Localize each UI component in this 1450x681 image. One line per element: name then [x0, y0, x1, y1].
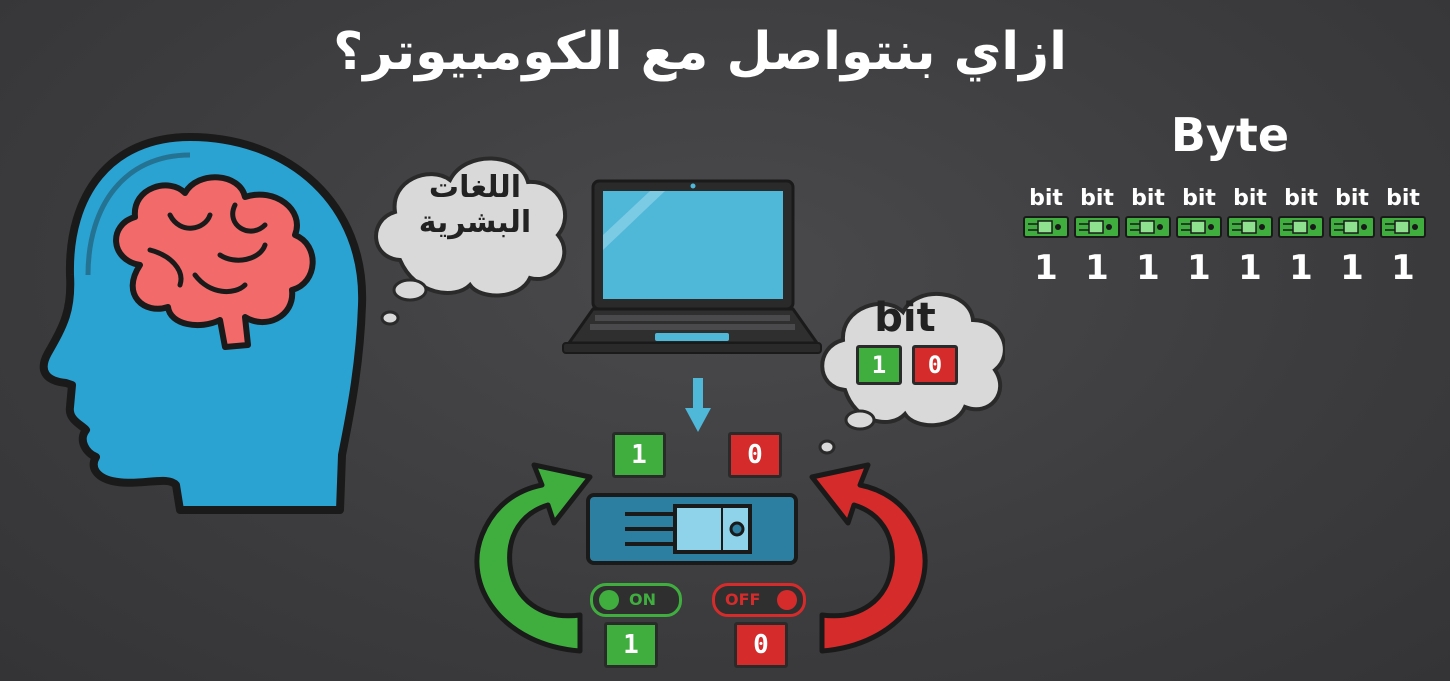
switch-bottom-one: 1: [604, 622, 658, 668]
head-icon: [39, 133, 367, 514]
chip-icon: [1125, 216, 1171, 238]
languages-line-2: البشرية: [418, 205, 532, 240]
byte-bit-8: bit 1: [1377, 186, 1429, 286]
chip-icon: [1227, 216, 1273, 238]
bit-cloud-one: 1: [856, 345, 902, 385]
on-toggle[interactable]: ON: [590, 583, 682, 617]
off-toggle-knob: [777, 590, 797, 610]
red-arrow-icon: [809, 462, 928, 654]
languages-line-1: اللغات: [428, 170, 522, 205]
on-toggle-knob: [599, 590, 619, 610]
bit-label: bit: [1335, 186, 1369, 211]
off-label: OFF: [725, 590, 761, 609]
off-toggle[interactable]: OFF: [712, 583, 806, 617]
bit-value: 1: [1034, 248, 1058, 288]
bit-label: bit: [1284, 186, 1318, 211]
byte-bit-1: bit 1: [1020, 186, 1072, 286]
bit-value: 1: [1136, 248, 1160, 288]
byte-bit-2: bit 1: [1071, 186, 1123, 286]
byte-bit-3: bit 1: [1122, 186, 1174, 286]
bit-value: 1: [1391, 248, 1415, 288]
byte-title: Byte: [1170, 108, 1290, 162]
bit-value: 1: [1085, 248, 1109, 288]
laptop-icon: [562, 179, 822, 354]
switch-bottom-zero: 0: [734, 622, 788, 668]
chip-icon: [1023, 216, 1069, 238]
bit-value: 1: [1238, 248, 1262, 288]
bit-value: 1: [1289, 248, 1313, 288]
bit-cloud-label: bit: [874, 295, 936, 341]
green-arrow-icon: [474, 462, 593, 654]
byte-bit-6: bit 1: [1275, 186, 1327, 286]
chip-icon: [1329, 216, 1375, 238]
byte-bit-5: bit 1: [1224, 186, 1276, 286]
switch-top-zero: 0: [728, 432, 782, 478]
page-title: ازاي بنتواصل مع الكومبيوتر؟: [333, 22, 1067, 82]
chip-icon: [1176, 216, 1222, 238]
bit-cloud-zero: 0: [912, 345, 958, 385]
on-label: ON: [629, 590, 656, 609]
bit-value: 1: [1340, 248, 1364, 288]
chip-icon: [1380, 216, 1426, 238]
bit-label: bit: [1233, 186, 1267, 211]
bit-label: bit: [1029, 186, 1063, 211]
bit-value: 1: [1187, 248, 1211, 288]
bit-label: bit: [1182, 186, 1216, 211]
down-arrow-icon: [685, 378, 711, 432]
bit-label: bit: [1386, 186, 1420, 211]
switch-top-one: 1: [612, 432, 666, 478]
chip-icon: [1074, 216, 1120, 238]
byte-bit-7: bit 1: [1326, 186, 1378, 286]
bit-label: bit: [1080, 186, 1114, 211]
bit-label: bit: [1131, 186, 1165, 211]
transistor-icon: [586, 493, 798, 565]
chip-icon: [1278, 216, 1324, 238]
byte-bit-4: bit 1: [1173, 186, 1225, 286]
